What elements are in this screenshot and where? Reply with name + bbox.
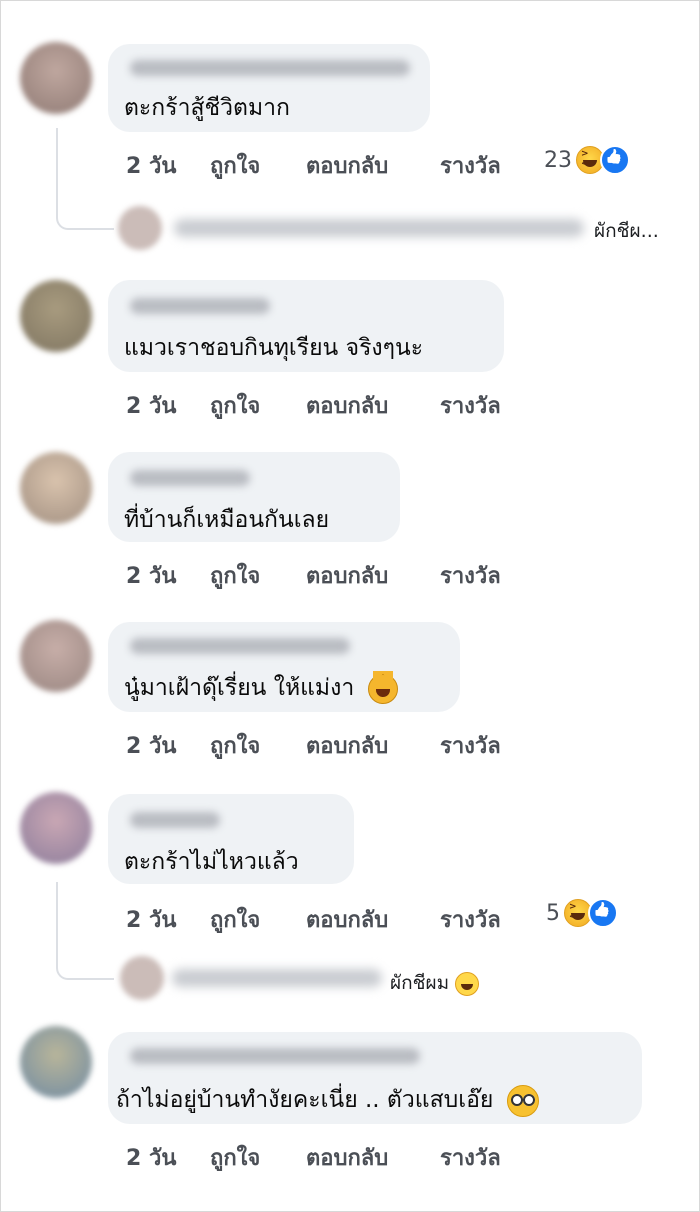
comment-time[interactable]: 2 วัน (126, 1140, 176, 1175)
comment-bubble: ตะกร้าสู้ชีวิตมาก (108, 44, 430, 132)
like-button[interactable]: ถูกใจ (210, 1140, 260, 1175)
reply-thread-connector (56, 882, 114, 980)
reaction-summary[interactable]: 5 (546, 898, 618, 928)
like-button[interactable]: ถูกใจ (210, 902, 260, 937)
comment-text: ถ้าไม่อยู่บ้านทำงัยคะเนี่ย .. ตัวแสบเอ๊ย (116, 1082, 539, 1118)
reaction-count: 23 (544, 147, 572, 173)
author-name-blurred[interactable] (130, 638, 350, 654)
comment-text: ตะกร้าสู้ชีวิตมาก (124, 95, 290, 121)
comment-bubble: ถ้าไม่อยู่บ้านทำงัยคะเนี่ย .. ตัวแสบเอ๊ย (108, 1032, 642, 1124)
like-button[interactable]: ถูกใจ (210, 558, 260, 593)
comment-text: แมวเราชอบกินทุเรียน จริงๆนะ (124, 335, 424, 361)
comment-text-content: ถ้าไม่อยู่บ้านทำงัยคะเนี่ย .. ตัวแสบเอ๊ย (116, 1087, 494, 1113)
reply-preview-content: ผักชีผม (390, 972, 450, 994)
award-button[interactable]: รางวัล (440, 148, 501, 183)
crying-laughing-cat-icon (367, 670, 398, 704)
comment-time[interactable]: 2 วัน (126, 558, 176, 593)
like-icon (600, 145, 630, 175)
reply-button[interactable]: ตอบกลับ (306, 558, 388, 593)
comment-time[interactable]: 2 วัน (126, 388, 176, 423)
reaction-count: 5 (546, 900, 560, 926)
avatar[interactable] (20, 1026, 92, 1098)
author-name-blurred[interactable] (130, 1048, 420, 1064)
reply-avatar (118, 206, 162, 250)
avatar[interactable] (20, 792, 92, 864)
comment-time[interactable]: 2 วัน (126, 728, 176, 763)
reaction-summary[interactable]: 23 (544, 145, 630, 175)
comment-text: นู๋มาเฝ้าดุ๊เรี่ยน ให้แม่งา (124, 670, 398, 706)
comment-text: ตะกร้าไม่ไหวแล้ว (124, 849, 299, 875)
comment-time[interactable]: 2 วัน (126, 148, 176, 183)
avatar[interactable] (20, 42, 92, 114)
nerd-glasses-icon (506, 1084, 539, 1117)
reply-preview-text: ผักชีผ... (594, 220, 659, 242)
reply-author-blurred (172, 969, 382, 987)
reply-button[interactable]: ตอบกลับ (306, 728, 388, 763)
award-button[interactable]: รางวัล (440, 1140, 501, 1175)
avatar[interactable] (20, 452, 92, 524)
author-name-blurred[interactable] (130, 298, 270, 314)
award-button[interactable]: รางวัล (440, 388, 501, 423)
avatar[interactable] (20, 280, 92, 352)
avatar[interactable] (20, 620, 92, 692)
award-button[interactable]: รางวัล (440, 902, 501, 937)
like-button[interactable]: ถูกใจ (210, 148, 260, 183)
like-button[interactable]: ถูกใจ (210, 388, 260, 423)
comment-bubble: ที่บ้านก็เหมือนกันเลย (108, 452, 400, 542)
comment-bubble: แมวเราชอบกินทุเรียน จริงๆนะ (108, 280, 504, 372)
like-button[interactable]: ถูกใจ (210, 728, 260, 763)
author-name-blurred[interactable] (130, 60, 410, 76)
comment-bubble: นู๋มาเฝ้าดุ๊เรี่ยน ให้แม่งา (108, 622, 460, 712)
reply-button[interactable]: ตอบกลับ (306, 388, 388, 423)
comment-text: ที่บ้านก็เหมือนกันเลย (124, 507, 330, 533)
reply-button[interactable]: ตอบกลับ (306, 902, 388, 937)
award-button[interactable]: รางวัล (440, 728, 501, 763)
reply-button[interactable]: ตอบกลับ (306, 148, 388, 183)
award-button[interactable]: รางวัล (440, 558, 501, 593)
comment-bubble: ตะกร้าไม่ไหวแล้ว (108, 794, 354, 884)
reply-author-blurred (174, 219, 584, 237)
like-icon (588, 898, 618, 928)
comment-text-content: นู๋มาเฝ้าดุ๊เรี่ยน ให้แม่งา (124, 675, 355, 701)
grinning-sweat-icon (455, 971, 480, 996)
reply-button[interactable]: ตอบกลับ (306, 1140, 388, 1175)
reply-avatar (120, 956, 164, 1000)
reply-preview-text: ผักชีผม (390, 968, 480, 998)
author-name-blurred[interactable] (130, 470, 250, 486)
comment-time[interactable]: 2 วัน (126, 902, 176, 937)
author-name-blurred[interactable] (130, 812, 220, 828)
reply-thread-connector (56, 128, 114, 230)
